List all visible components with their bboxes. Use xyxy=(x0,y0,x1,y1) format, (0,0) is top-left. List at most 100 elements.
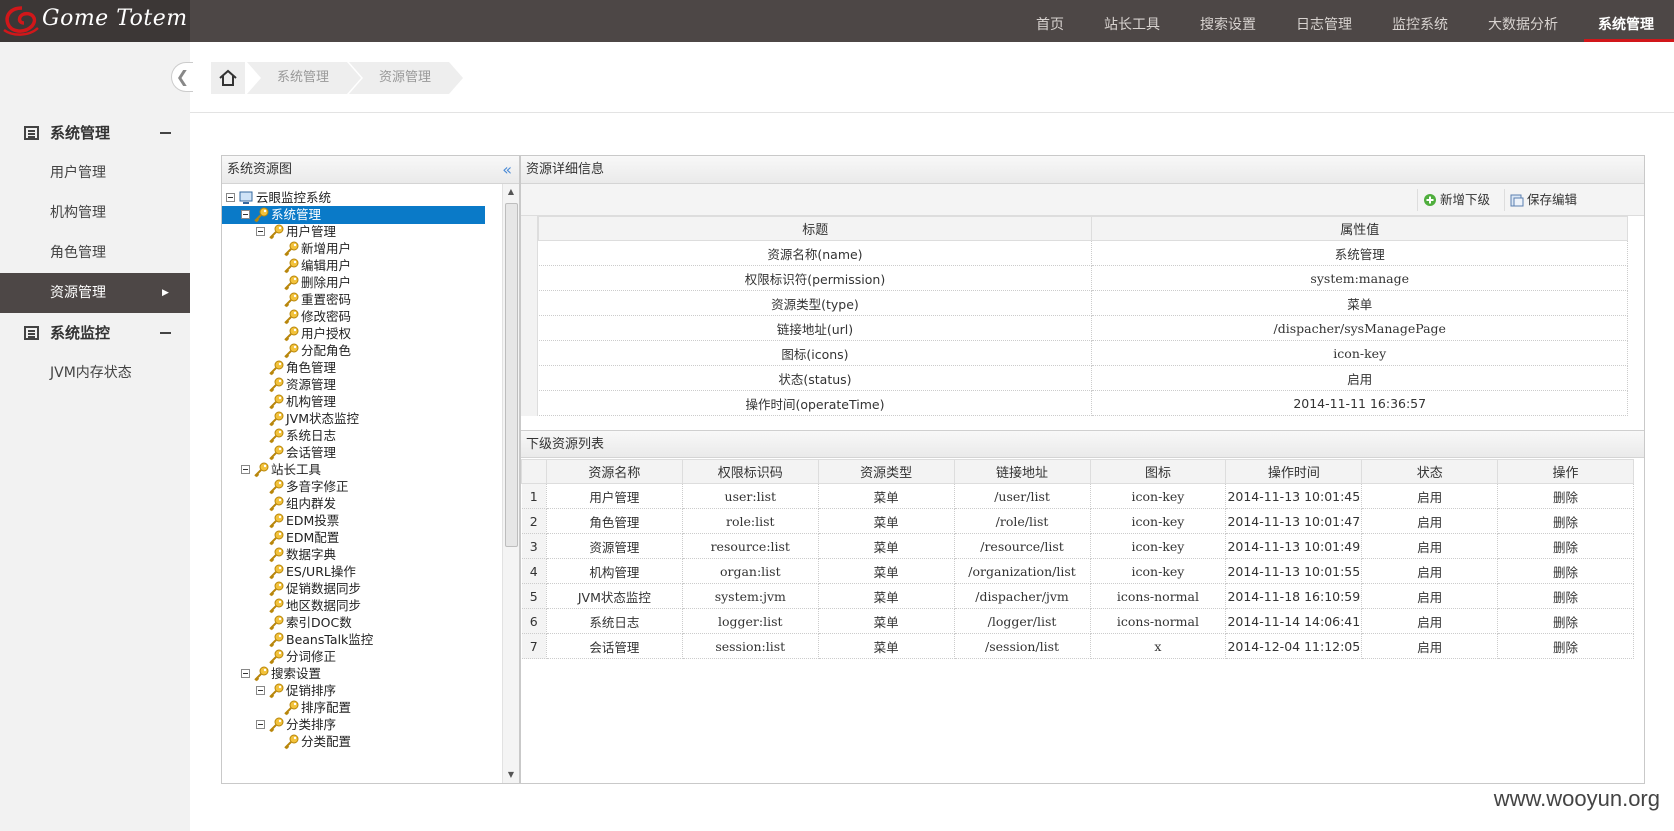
column-header[interactable]: 状态 xyxy=(1361,459,1499,484)
property-row[interactable]: 链接地址(url)/dispacher/sysManagePage xyxy=(538,315,1628,341)
delete-link[interactable]: 删除 xyxy=(1497,633,1634,659)
tree-toggle-icon[interactable] xyxy=(241,669,250,678)
topnav-item[interactable]: 监控系统 xyxy=(1372,0,1468,42)
sidebar-item-roles[interactable]: 角色管理 xyxy=(0,233,190,273)
property-row[interactable]: 图标(icons) icon-key xyxy=(538,340,1628,366)
tree-node[interactable]: 分类配置 xyxy=(271,733,477,751)
tree-node[interactable]: EDM投票 xyxy=(256,512,477,530)
tree-node[interactable]: JVM状态监控 xyxy=(256,410,477,428)
tree-toggle-icon[interactable] xyxy=(256,686,265,695)
scroll-down-icon[interactable]: ▼ xyxy=(503,767,519,783)
tree-node[interactable]: 编辑用户 xyxy=(271,257,477,275)
tree-node[interactable]: 修改密码 xyxy=(271,308,477,326)
tree-node[interactable]: 排序配置 xyxy=(271,699,477,717)
delete-link[interactable]: 删除 xyxy=(1497,558,1634,584)
tree-node[interactable]: 机构管理 xyxy=(256,393,477,411)
column-header[interactable]: 资源类型 xyxy=(817,459,955,484)
add-child-button[interactable]: 新增下级 xyxy=(1417,189,1501,211)
sidebar-group-system-manage[interactable]: 系统管理 xyxy=(0,113,190,153)
tree-node[interactable]: 站长工具 xyxy=(241,461,477,479)
tree-node[interactable]: 用户管理 xyxy=(256,223,477,241)
tree-node[interactable]: 云眼监控系统 xyxy=(226,189,477,207)
column-header[interactable]: 资源名称 xyxy=(545,459,683,484)
tree-node[interactable]: 数据字典 xyxy=(256,546,477,564)
delete-link[interactable]: 删除 xyxy=(1497,533,1634,559)
tree-node[interactable]: 系统日志 xyxy=(256,427,477,445)
tree-node[interactable]: EDM配置 xyxy=(256,529,477,547)
tree-node[interactable]: 促销排序 xyxy=(256,682,477,700)
row-gutter xyxy=(521,216,538,416)
delete-link[interactable]: 删除 xyxy=(1497,608,1634,634)
tree-node[interactable]: 会话管理 xyxy=(256,444,477,462)
home-icon[interactable] xyxy=(211,62,245,94)
tree-node[interactable]: 地区数据同步 xyxy=(256,597,477,615)
topnav-item[interactable]: 系统管理 xyxy=(1578,0,1674,42)
tree-scrollbar[interactable]: ▲ ▼ xyxy=(502,184,519,783)
tree-node[interactable]: 新增用户 xyxy=(271,240,477,258)
table-row[interactable]: 1 用户管理 user:list 菜单/user/list icon-key 2014-1… xyxy=(521,483,1634,509)
table-row[interactable]: 7 会话管理 session:list 菜单/session/list x 2014-12… xyxy=(521,633,1634,659)
delete-link[interactable]: 删除 xyxy=(1497,483,1634,509)
property-row[interactable]: 权限标识符(permission) system:manage xyxy=(538,265,1628,291)
table-row[interactable]: 5 JVM状态监控 system:jvm 菜单/dispacher/jvm icons-… xyxy=(521,583,1634,609)
scrollbar-thumb[interactable] xyxy=(505,203,518,547)
tree-toggle-icon[interactable] xyxy=(256,227,265,236)
tree-node[interactable]: 促销数据同步 xyxy=(256,580,477,598)
table-row[interactable]: 4 机构管理 organ:list 菜单/organization/list icon-… xyxy=(521,558,1634,584)
sidebar-collapse-button[interactable]: ❮ xyxy=(171,62,193,92)
table-row[interactable]: 2 角色管理 role:list 菜单/role/list icon-key 2014-1… xyxy=(521,508,1634,534)
tree-node[interactable]: 分配角色 xyxy=(271,342,477,360)
topnav-item[interactable]: 站长工具 xyxy=(1084,0,1180,42)
tree-node[interactable]: 分类排序 xyxy=(256,716,477,734)
table-row[interactable]: 3 资源管理 resource:list 菜单/resource/list icon-k… xyxy=(521,533,1634,559)
save-edit-button[interactable]: 保存编辑 xyxy=(1504,189,1588,211)
tree-node-label: 分词修正 xyxy=(286,649,337,664)
tree-node[interactable]: 搜索设置 xyxy=(241,665,477,683)
minus-icon[interactable] xyxy=(160,132,171,134)
tree-toggle-icon[interactable] xyxy=(241,465,250,474)
tree-node[interactable]: 多音字修正 xyxy=(256,478,477,496)
property-row[interactable]: 资源名称(name) 系统管理 xyxy=(538,240,1628,266)
property-row[interactable]: 状态(status) 启用 xyxy=(538,365,1628,391)
tree-toggle-icon[interactable] xyxy=(256,720,265,729)
column-header[interactable]: 属性值 xyxy=(1091,216,1628,241)
column-header[interactable]: 权限标识码 xyxy=(681,459,819,484)
column-header[interactable]: 图标 xyxy=(1089,459,1227,484)
column-header[interactable]: 操作时间 xyxy=(1225,459,1363,484)
sidebar-item-users[interactable]: 用户管理 xyxy=(0,153,190,193)
column-header[interactable]: 标题 xyxy=(537,216,1093,241)
table-row[interactable]: 6 系统日志 logger:list 菜单/logger/list icons-norm… xyxy=(521,608,1634,634)
minus-icon[interactable] xyxy=(160,332,171,334)
logo[interactable]: Gome Totem xyxy=(0,0,190,42)
tree-toggle-icon[interactable] xyxy=(241,210,250,219)
tree-node[interactable]: 分词修正 xyxy=(256,648,477,666)
tree-toggle-icon[interactable] xyxy=(226,193,235,202)
delete-link[interactable]: 删除 xyxy=(1497,583,1634,609)
tree-node[interactable]: BeansTalk监控 xyxy=(256,631,477,649)
topnav-item[interactable]: 日志管理 xyxy=(1276,0,1372,42)
tree-node[interactable]: 索引DOC数 xyxy=(256,614,477,632)
column-header[interactable]: 链接地址 xyxy=(953,459,1091,484)
delete-link[interactable]: 删除 xyxy=(1497,508,1634,534)
tree-node[interactable]: 重置密码 xyxy=(271,291,477,309)
property-row[interactable]: 资源类型(type) 菜单 xyxy=(538,290,1628,316)
tree-node[interactable]: 角色管理 xyxy=(256,359,477,377)
double-chevron-left-icon[interactable]: « xyxy=(502,156,512,184)
sidebar-group-system-monitor[interactable]: 系统监控 xyxy=(0,313,190,353)
sidebar-item-organizations[interactable]: 机构管理 xyxy=(0,193,190,233)
breadcrumb-item[interactable]: 系统管理 xyxy=(247,62,362,94)
topnav-item[interactable]: 首页 xyxy=(1016,0,1084,42)
property-row[interactable]: 操作时间(operateTime) 2014-11-11 16:36:57 xyxy=(538,390,1628,416)
tree-node[interactable]: ES/URL操作 xyxy=(256,563,477,581)
sidebar-item-jvm-memory[interactable]: JVM内存状态 xyxy=(0,353,190,393)
tree-node[interactable]: 用户授权 xyxy=(271,325,477,343)
tree-node[interactable]: 资源管理 xyxy=(256,376,477,394)
topnav-item[interactable]: 大数据分析 xyxy=(1468,0,1578,42)
column-header[interactable]: 操作 xyxy=(1497,459,1634,484)
tree-node[interactable]: 组内群发 xyxy=(256,495,477,513)
tree-node[interactable]: 系统管理 xyxy=(222,206,485,224)
sidebar-item-resources[interactable]: 资源管理 ▶ xyxy=(0,273,190,313)
tree-node[interactable]: 删除用户 xyxy=(271,274,477,292)
scroll-up-icon[interactable]: ▲ xyxy=(503,184,519,200)
topnav-item[interactable]: 搜索设置 xyxy=(1180,0,1276,42)
